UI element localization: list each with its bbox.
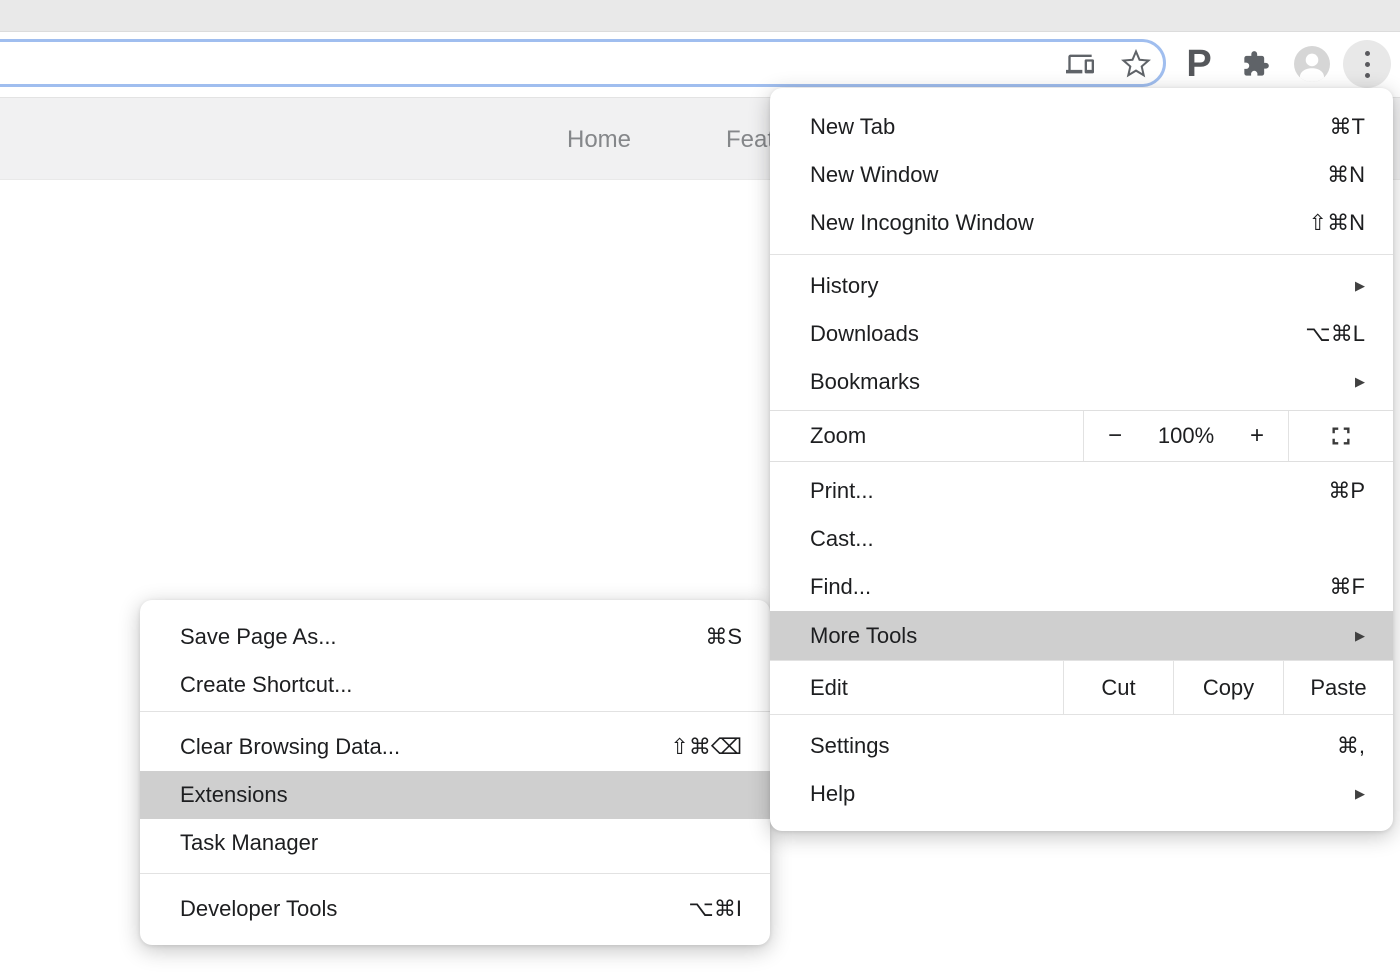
dot-icon (1365, 62, 1370, 67)
cut-button[interactable]: Cut (1063, 661, 1173, 714)
menu-item-new-window[interactable]: New Window ⌘N (770, 151, 1393, 199)
menu-item-shortcut: ⌘S (705, 624, 742, 650)
menu-item-shortcut: ⌥⌘I (689, 896, 742, 922)
zoom-row: Zoom − 100% + (770, 410, 1393, 462)
menu-item-save-page-as[interactable]: Save Page As... ⌘S (140, 613, 770, 661)
tab-strip (0, 0, 1400, 32)
submenu-arrow-icon: ▶ (1355, 628, 1365, 644)
menu-item-label: History (810, 273, 878, 299)
zoom-label: Zoom (770, 411, 1083, 461)
menu-item-label: Bookmarks (810, 369, 920, 395)
menu-item-label: More Tools (810, 623, 917, 649)
menu-item-more-tools[interactable]: More Tools ▶ (770, 611, 1393, 660)
edit-row: Edit Cut Copy Paste (770, 660, 1393, 715)
extensions-puzzle-icon[interactable] (1240, 48, 1272, 80)
bookmark-star-icon[interactable] (1118, 46, 1154, 82)
menu-item-label: Task Manager (180, 830, 318, 856)
menu-item-developer-tools[interactable]: Developer Tools ⌥⌘I (140, 885, 770, 933)
menu-item-label: Clear Browsing Data... (180, 734, 400, 760)
menu-item-print[interactable]: Print... ⌘P (770, 467, 1393, 515)
menu-item-help[interactable]: Help ▶ (770, 770, 1393, 818)
menu-item-shortcut: ⌘P (1328, 478, 1365, 504)
menu-item-new-incognito-window[interactable]: New Incognito Window ⇧⌘N (770, 199, 1393, 247)
menu-item-settings[interactable]: Settings ⌘, (770, 722, 1393, 770)
menu-item-label: Create Shortcut... (180, 672, 352, 698)
profile-avatar[interactable] (1294, 46, 1330, 82)
submenu-arrow-icon: ▶ (1355, 278, 1365, 294)
zoom-in-button[interactable]: + (1250, 422, 1264, 450)
menu-item-label: Find... (810, 574, 871, 600)
menu-item-label: Settings (810, 733, 890, 759)
menu-item-shortcut: ⌘, (1337, 733, 1365, 759)
menu-item-find[interactable]: Find... ⌘F (770, 563, 1393, 611)
menu-item-label: Developer Tools (180, 896, 337, 922)
dot-icon (1365, 73, 1370, 78)
zoom-controls: − 100% + (1083, 411, 1288, 461)
chrome-main-menu: New Tab ⌘T New Window ⌘N New Incognito W… (770, 88, 1393, 831)
fullscreen-icon (1330, 425, 1352, 447)
nav-link-features[interactable]: Feat (726, 126, 774, 154)
submenu-arrow-icon: ▶ (1355, 374, 1365, 390)
cast-devices-icon[interactable] (1064, 48, 1096, 80)
menu-item-shortcut: ⌥⌘L (1305, 321, 1365, 347)
menu-item-shortcut: ⌘T (1330, 114, 1365, 140)
zoom-level: 100% (1158, 423, 1214, 449)
extension-p-icon[interactable]: P (1183, 40, 1215, 88)
menu-item-bookmarks[interactable]: Bookmarks ▶ (770, 358, 1393, 406)
menu-item-clear-browsing-data[interactable]: Clear Browsing Data... ⇧⌘⌫ (140, 723, 770, 771)
menu-item-label: Save Page As... (180, 624, 337, 650)
menu-item-shortcut: ⌘F (1330, 574, 1365, 600)
menu-item-new-tab[interactable]: New Tab ⌘T (770, 103, 1393, 151)
paste-button[interactable]: Paste (1283, 661, 1393, 714)
menu-item-label: Extensions (180, 782, 288, 808)
menu-item-label: Downloads (810, 321, 919, 347)
menu-item-label: Print... (810, 478, 874, 504)
address-bar[interactable] (0, 39, 1166, 87)
zoom-out-button[interactable]: − (1108, 422, 1122, 450)
copy-button[interactable]: Copy (1173, 661, 1283, 714)
menu-item-label: Help (810, 781, 855, 807)
three-dot-menu-button[interactable] (1343, 40, 1391, 88)
menu-item-label: New Incognito Window (810, 210, 1034, 236)
menu-item-task-manager[interactable]: Task Manager (140, 819, 770, 867)
menu-divider (140, 711, 770, 712)
menu-item-shortcut: ⇧⌘N (1309, 210, 1365, 236)
menu-item-shortcut: ⌘N (1327, 162, 1365, 188)
menu-item-label: Cast... (810, 526, 874, 552)
fullscreen-button[interactable] (1288, 411, 1393, 461)
menu-item-label: New Tab (810, 114, 895, 140)
menu-divider (770, 254, 1393, 255)
menu-divider (140, 873, 770, 874)
submenu-arrow-icon: ▶ (1355, 786, 1365, 802)
menu-item-label: New Window (810, 162, 938, 188)
menu-item-shortcut: ⇧⌘⌫ (670, 734, 742, 760)
menu-item-downloads[interactable]: Downloads ⌥⌘L (770, 310, 1393, 358)
edit-label: Edit (770, 661, 1063, 714)
nav-link-home[interactable]: Home (567, 126, 631, 154)
menu-item-cast[interactable]: Cast... (770, 515, 1393, 563)
more-tools-submenu: Save Page As... ⌘S Create Shortcut... Cl… (140, 600, 770, 945)
menu-item-history[interactable]: History ▶ (770, 262, 1393, 310)
menu-item-create-shortcut[interactable]: Create Shortcut... (140, 661, 770, 709)
dot-icon (1365, 51, 1370, 56)
menu-item-extensions[interactable]: Extensions (140, 771, 770, 819)
